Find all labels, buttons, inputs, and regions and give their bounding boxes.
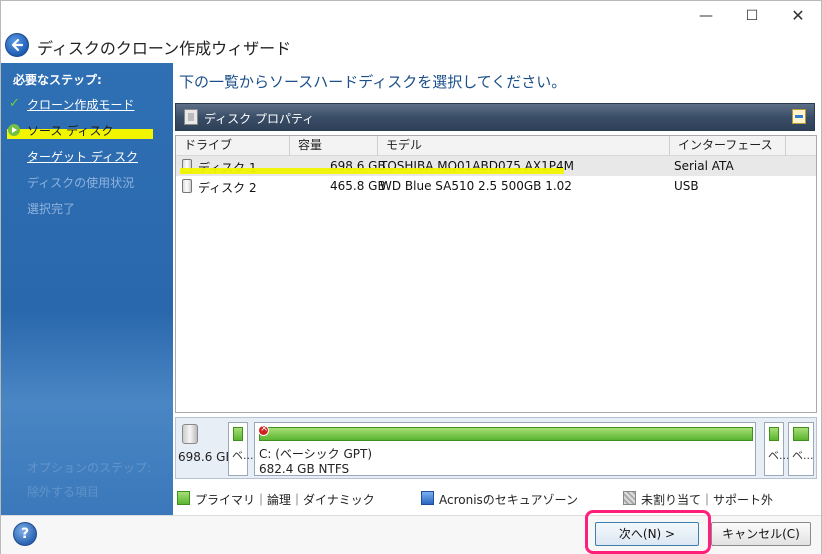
footer: ? 次へ(N) > キャンセル(C) (1, 510, 821, 554)
hard-disk-icon (182, 424, 198, 444)
optional-steps-heading: オプションのステップ: (27, 461, 152, 475)
yellow-underline-mark (180, 168, 564, 174)
step-label: ターゲット ディスク (27, 150, 138, 164)
cell-interface: USB (674, 179, 699, 193)
sidebar-heading: 必要なステップ: (13, 73, 102, 87)
error-icon (258, 423, 269, 436)
step-label: ソース ディスク (27, 124, 114, 138)
legend-text: 未割り当て｜サポート外 (641, 493, 774, 507)
cell-model: WD Blue SA510 2.5 500GB 1.02 (380, 179, 572, 193)
step-label: 選択完了 (27, 202, 76, 216)
partition-main-label: C: (ベーシック GPT) 682.4 GB NTFS (259, 447, 372, 477)
properties-icon (184, 109, 198, 125)
table-header: ドライブ 容量 モデル インターフェース (176, 136, 816, 156)
title-bar: — ☐ ✕ (1, 1, 821, 33)
column-header-drive[interactable]: ドライブ (176, 136, 290, 156)
step-target-disk[interactable]: ターゲット ディスク (1, 145, 173, 167)
back-button[interactable] (5, 33, 29, 57)
partition-bar (233, 427, 243, 441)
table-row[interactable]: ディスク 2 465.8 GB WD Blue SA510 2.5 500GB … (176, 176, 816, 196)
legend-swatch-gray (623, 491, 636, 505)
help-button[interactable]: ? (13, 522, 37, 546)
disk-map-size: 698.6 GB (178, 450, 234, 464)
optional-step-exclude: 除外する項目 (27, 485, 100, 499)
legend-swatch-blue (421, 491, 434, 505)
partition-bar (793, 427, 809, 441)
column-header-interface[interactable]: インターフェース (670, 136, 786, 156)
partition-small-2[interactable]: ベ... (764, 422, 790, 476)
hard-disk-icon (182, 179, 192, 193)
partition-label: ベ... (232, 449, 254, 462)
disk-properties-bar[interactable]: ディスク プロパティ (175, 103, 815, 131)
maximize-button[interactable]: ☐ (729, 1, 775, 33)
page-title: 下の一覧からソースハードディスクを選択してください。 (179, 73, 567, 91)
partition-size: 682.4 GB NTFS (259, 462, 350, 476)
column-header-model[interactable]: モデル (378, 136, 670, 156)
partition-label: ベ... (792, 449, 814, 462)
minimize-button[interactable]: — (683, 1, 729, 33)
partition-label: ベ... (768, 449, 790, 462)
partition-small-3[interactable]: ベ... (788, 422, 814, 476)
partition-main[interactable]: C: (ベーシック GPT) 682.4 GB NTFS (254, 422, 756, 476)
legend-swatch-green (177, 491, 190, 505)
step-finish: 選択完了 (1, 197, 173, 219)
partition-name: C: (ベーシック GPT) (259, 447, 373, 461)
step-label: クローン作成モード (27, 98, 135, 112)
arrow-right-icon (8, 124, 20, 136)
cell-capacity: 465.8 GB (330, 179, 386, 193)
wizard-window: — ☐ ✕ ディスクのクローン作成ウィザード 必要なステップ: ✓ クローン作成… (0, 0, 822, 554)
legend-text: Acronisのセキュアゾーン (439, 493, 578, 507)
sidebar: 必要なステップ: ✓ クローン作成モード ソース ディスク ターゲット ディスク… (1, 63, 173, 515)
chart-icon[interactable] (792, 109, 806, 124)
step-label: ディスクの使用状況 (27, 176, 135, 190)
close-button[interactable]: ✕ (775, 1, 821, 33)
disk-map: 698.6 GB ベ... C: (ベーシック GPT) 682.4 GB NT… (175, 417, 817, 479)
disk-table: ドライブ 容量 モデル インターフェース ディスク 1 698.6 GB TOS… (175, 135, 817, 413)
step-clone-mode[interactable]: ✓ クローン作成モード (1, 93, 173, 115)
check-icon: ✓ (9, 96, 20, 111)
cell-interface: Serial ATA (674, 159, 734, 173)
wizard-header: ディスクのクローン作成ウィザード (1, 33, 821, 61)
column-header-capacity[interactable]: 容量 (290, 136, 378, 156)
step-disk-usage: ディスクの使用状況 (1, 171, 173, 193)
cell-drive: ディスク 2 (198, 181, 257, 195)
legend-text: プライマリ｜論理｜ダイナミック (195, 493, 375, 507)
cancel-button[interactable]: キャンセル(C) (711, 522, 811, 546)
disk-properties-label: ディスク プロパティ (204, 112, 315, 126)
partition-small-1[interactable]: ベ... (228, 422, 254, 476)
partition-bar (259, 427, 753, 441)
partition-bar (769, 427, 779, 441)
wizard-title: ディスクのクローン作成ウィザード (37, 39, 292, 58)
next-button[interactable]: 次へ(N) > (595, 522, 699, 546)
arrow-left-icon (11, 38, 24, 52)
step-source-disk[interactable]: ソース ディスク (1, 119, 173, 141)
